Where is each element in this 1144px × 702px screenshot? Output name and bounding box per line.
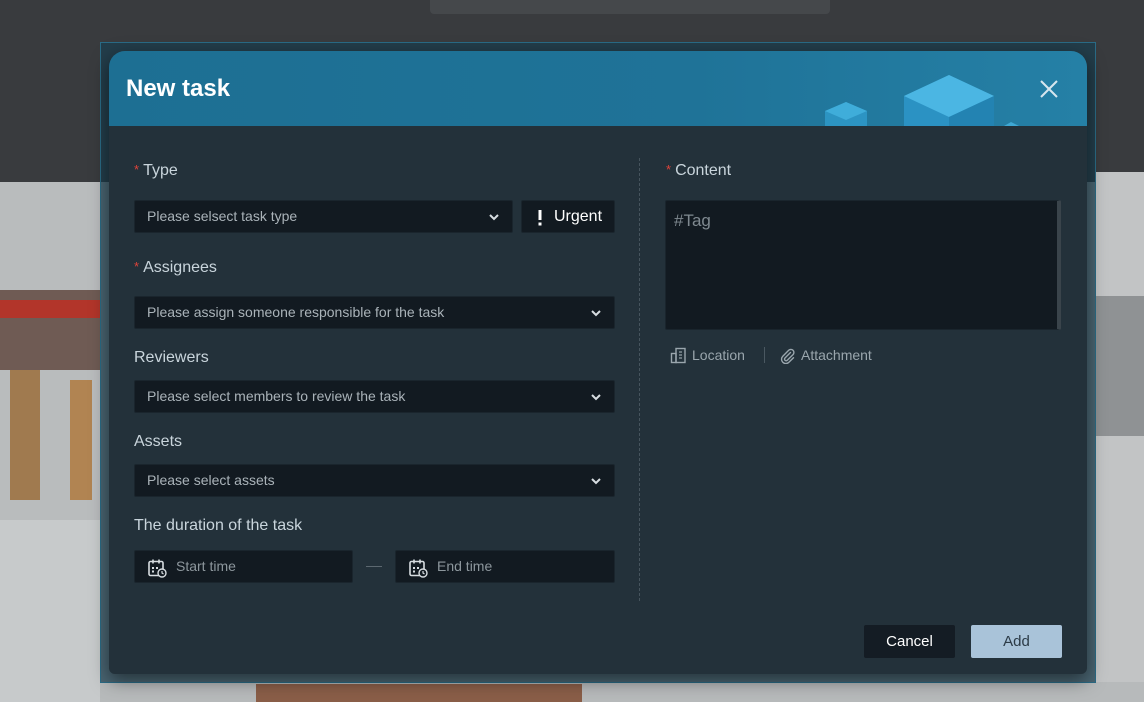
new-task-dialog: New task * Type Please selsect task type … [109,51,1087,674]
required-mark: * [134,259,140,274]
type-label-text: Type [143,162,178,179]
location-label: Location [692,347,745,363]
background-column [10,370,40,500]
close-button[interactable] [1035,75,1063,103]
background-wall [1096,296,1144,436]
date-range-separator [366,566,382,567]
content-label: * Content [666,162,731,180]
chevron-down-icon [489,214,499,221]
assets-placeholder: Please select assets [147,472,275,488]
required-mark: * [666,162,672,177]
chevron-down-icon [591,310,601,317]
task-type-placeholder: Please selsect task type [147,208,298,224]
background-column [70,380,92,500]
background-floor [0,520,100,702]
urgent-label: Urgent [554,208,603,225]
calendar-icon [409,559,428,578]
background-object [256,684,582,702]
background-toolbar [430,0,830,14]
chevron-down-icon [591,394,601,401]
dialog-header: New task [109,51,1087,126]
assets-select[interactable]: Please select assets [134,464,615,497]
content-textarea[interactable]: #Tag [665,200,1061,330]
dialog-title: New task [126,75,231,102]
start-time-input[interactable]: Start time [134,550,353,583]
close-icon [1040,80,1058,98]
background-building-right [1096,172,1144,702]
duration-label: The duration of the task [134,517,303,534]
column-divider [639,158,640,601]
reviewers-select[interactable]: Please select members to review the task [134,380,615,413]
assignees-placeholder: Please assign someone responsible for th… [147,304,445,320]
chevron-down-icon [591,478,601,485]
end-time-input[interactable]: End time [395,550,615,583]
reviewers-placeholder: Please select members to review the task [147,388,406,404]
assignees-label: * Assignees [134,259,217,277]
calendar-icon [148,559,167,578]
assets-label: Assets [134,433,183,450]
paperclip-icon [780,348,795,364]
background-beam [0,300,100,318]
start-time-placeholder: Start time [176,558,236,574]
end-time-placeholder: End time [437,558,493,574]
urgent-toggle-button[interactable]: Urgent [521,200,615,233]
required-mark: * [134,162,140,177]
type-label: * Type [134,162,178,180]
reviewers-label: Reviewers [134,349,209,366]
cancel-button[interactable]: Cancel [864,625,955,658]
content-placeholder: #Tag [674,211,711,230]
tool-separator [764,347,765,363]
task-type-select[interactable]: Please selsect task type [134,200,513,233]
assignees-label-text: Assignees [143,259,217,276]
add-button[interactable]: Add [971,625,1062,658]
content-label-text: Content [675,162,732,179]
cube-decoration-icon [825,75,1019,126]
exclamation-icon [538,210,542,226]
assignees-select[interactable]: Please assign someone responsible for th… [134,296,615,329]
building-icon [670,347,686,364]
attachment-label: Attachment [801,347,872,363]
